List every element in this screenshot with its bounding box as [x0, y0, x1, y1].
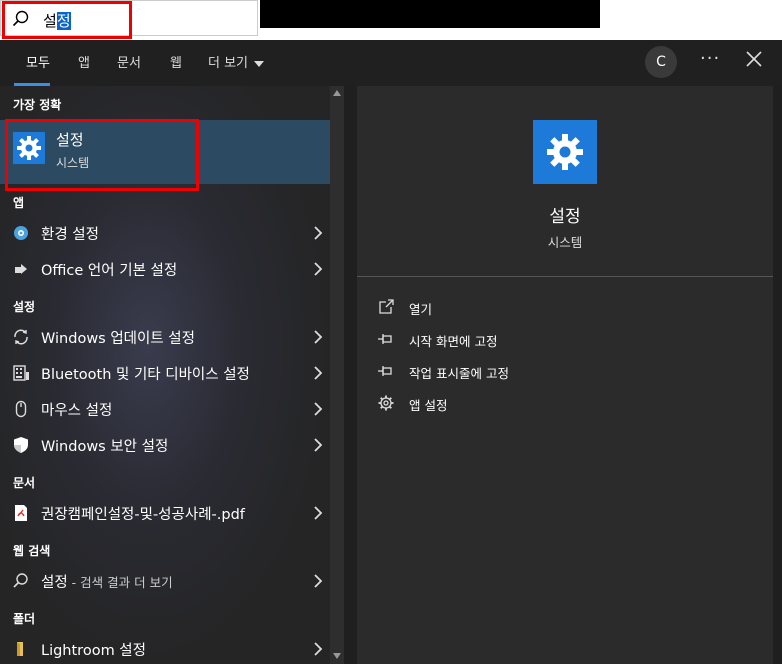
settings-app-icon	[533, 120, 597, 184]
section-best-match: 가장 정확	[13, 98, 62, 112]
scroll-up-icon[interactable]	[332, 89, 342, 97]
section-folders: 폴더	[13, 612, 36, 626]
tab-more-label: 더 보기	[208, 56, 249, 71]
tab-more[interactable]: 더 보기	[208, 52, 265, 71]
list-item-label: Lightroom 설정	[41, 643, 146, 659]
chevron-right-icon[interactable]	[313, 641, 323, 657]
preview-title: 설정	[549, 207, 581, 227]
preview-subtitle: 시스템	[547, 235, 583, 250]
panel-gap	[344, 86, 357, 664]
list-item-label: Windows 보안 설정	[41, 439, 169, 455]
web-query: 설정	[41, 575, 68, 591]
shield-icon	[14, 437, 28, 453]
section-settings: 설정	[13, 300, 36, 314]
open-icon	[379, 299, 394, 314]
action-pin-taskbar[interactable]: 작업 표시줄에 고정	[377, 360, 757, 384]
results-scrollbar[interactable]	[330, 86, 344, 664]
list-item-mouse[interactable]: 마우스 설정	[0, 392, 330, 426]
folder-icon	[17, 642, 23, 656]
action-open[interactable]: 열기	[377, 296, 757, 320]
tab-all[interactable]: 모두	[26, 52, 50, 71]
chevron-right-icon[interactable]	[313, 401, 323, 417]
gear-icon	[378, 395, 394, 411]
avatar[interactable]: C	[645, 46, 677, 78]
action-label: 시작 화면에 고정	[409, 334, 498, 349]
action-label: 앱 설정	[409, 398, 448, 413]
section-documents: 문서	[13, 476, 36, 490]
list-item-label: Office 언어 기본 설정	[41, 263, 178, 279]
black-region	[260, 0, 600, 28]
chevron-right-icon[interactable]	[313, 505, 323, 521]
pin-icon	[378, 334, 392, 344]
list-item-office-language[interactable]: Office 언어 기본 설정	[0, 252, 330, 286]
white-region	[600, 0, 782, 40]
action-pin-start[interactable]: 시작 화면에 고정	[377, 328, 757, 352]
control-panel-icon	[14, 226, 28, 240]
list-item-windows-update[interactable]: Windows 업데이트 설정	[0, 320, 330, 354]
action-label: 작업 표시줄에 고정	[409, 366, 509, 381]
search-icon	[13, 573, 28, 588]
chevron-right-icon[interactable]	[313, 329, 323, 345]
divider	[357, 276, 773, 277]
panel-right-edge	[773, 86, 782, 664]
list-item-lightroom-folder[interactable]: Lightroom 설정	[0, 632, 330, 664]
close-icon[interactable]	[743, 48, 765, 70]
list-item-bluetooth[interactable]: Bluetooth 및 기타 디바이스 설정	[0, 356, 330, 390]
chevron-right-icon[interactable]	[313, 261, 323, 277]
scroll-down-icon[interactable]	[332, 652, 342, 660]
section-apps: 앱	[13, 196, 25, 210]
list-item-label: 환경 설정	[41, 227, 99, 243]
action-app-settings[interactable]: 앱 설정	[377, 392, 757, 416]
more-options-icon[interactable]: ···	[700, 48, 720, 69]
chevron-right-icon[interactable]	[313, 573, 323, 589]
refresh-icon	[14, 329, 28, 345]
list-item-label: 마우스 설정	[41, 403, 113, 419]
chevron-down-icon	[254, 60, 265, 67]
results-list[interactable]: 가장 정확 설정 시스템 앱 환경 설정 Office 언어 기본 설정 설정 …	[0, 86, 330, 664]
tabs-bar: 모두 앱 문서 웹 더 보기 C ···	[0, 40, 782, 86]
pin-icon	[378, 366, 392, 376]
action-label: 열기	[409, 302, 433, 317]
list-item-windows-security[interactable]: Windows 보안 설정	[0, 428, 330, 462]
chevron-right-icon[interactable]	[313, 225, 323, 241]
search-highlight-box	[2, 1, 132, 39]
tab-apps[interactable]: 앱	[78, 52, 90, 71]
tab-web[interactable]: 웹	[170, 52, 182, 71]
list-item-label: 권장캠페인설정-및-성공사례-.pdf	[41, 507, 245, 523]
list-item-control-panel[interactable]: 환경 설정	[0, 216, 330, 250]
office-language-icon	[15, 264, 27, 274]
best-match-highlight-box	[5, 119, 199, 191]
section-web-search: 웹 검색	[13, 544, 51, 558]
mouse-icon	[15, 400, 27, 418]
web-suffix: - 검색 결과 더 보기	[67, 575, 173, 590]
chevron-right-icon[interactable]	[313, 365, 323, 381]
pdf-icon	[15, 505, 27, 521]
list-item-label: Bluetooth 및 기타 디바이스 설정	[41, 367, 250, 383]
chevron-right-icon[interactable]	[313, 437, 323, 453]
list-item-label: Windows 업데이트 설정	[41, 331, 195, 347]
list-item-web-search[interactable]: 설정 - 검색 결과 더 보기	[0, 564, 330, 598]
keyboard-icon	[13, 365, 29, 381]
preview-pane: 설정 시스템 열기 시작 화면에 고정 작업 표시줄에 고정 앱 설정	[357, 86, 773, 664]
tab-documents[interactable]: 문서	[117, 52, 141, 71]
search-panel: 모두 앱 문서 웹 더 보기 C ··· 가장 정확 설정 시스템 앱 환경 설…	[0, 40, 782, 664]
list-item-pdf[interactable]: 권장캠페인설정-및-성공사례-.pdf	[0, 496, 330, 530]
list-item-label: 설정 - 검색 결과 더 보기	[41, 571, 173, 592]
